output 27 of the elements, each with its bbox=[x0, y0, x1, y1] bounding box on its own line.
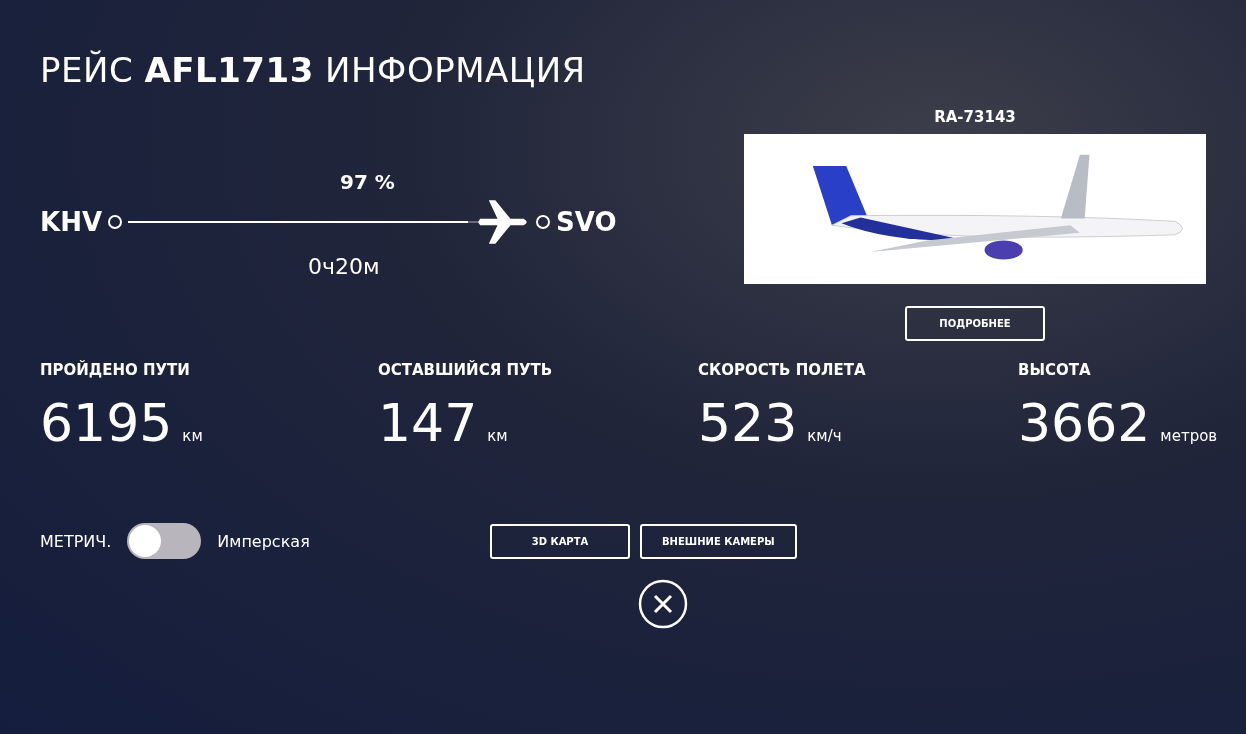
destination-code: SVO bbox=[556, 207, 617, 237]
stat-unit: км/ч bbox=[807, 427, 842, 445]
progress-percent: 97 % bbox=[340, 170, 396, 194]
destination-dot bbox=[536, 215, 551, 229]
close-icon[interactable] bbox=[638, 579, 688, 629]
imperial-label: Имперская bbox=[217, 531, 310, 551]
stat-unit: км bbox=[487, 427, 508, 445]
stat-unit: км bbox=[182, 427, 203, 445]
stat-label: ВЫСОТА bbox=[1018, 361, 1092, 379]
aircraft-registration: RA-73143 bbox=[934, 108, 1016, 126]
details-button[interactable]: ПОДРОБНЕЕ bbox=[905, 306, 1045, 341]
origin-code: KHV bbox=[40, 207, 103, 237]
stat-value: 6195 bbox=[40, 393, 173, 453]
page-title: РЕЙС AFL1713 ИНФОРМАЦИЯ bbox=[40, 50, 587, 90]
action-button[interactable]: 3D КАРТА bbox=[490, 523, 630, 559]
units-toggle[interactable] bbox=[127, 523, 202, 559]
stat-label: ПРОЙДЕНО ПУТИ bbox=[40, 361, 191, 379]
stat-value: 147 bbox=[378, 393, 478, 453]
action-button[interactable]: ВНЕШНИЕ КАМЕРЫ bbox=[640, 523, 797, 559]
origin-dot bbox=[108, 215, 123, 229]
stat-value: 3662 bbox=[1018, 393, 1151, 453]
stat-label: ОСТАВШИЙСЯ ПУТЬ bbox=[378, 361, 554, 379]
stat-label: СКОРОСТЬ ПОЛЕТА bbox=[698, 361, 867, 379]
remaining-time: 0ч20м bbox=[308, 254, 381, 279]
stat-value: 523 bbox=[698, 393, 798, 453]
stat-unit: метров bbox=[1160, 427, 1218, 445]
metric-label: МЕТРИЧ. bbox=[40, 531, 112, 551]
